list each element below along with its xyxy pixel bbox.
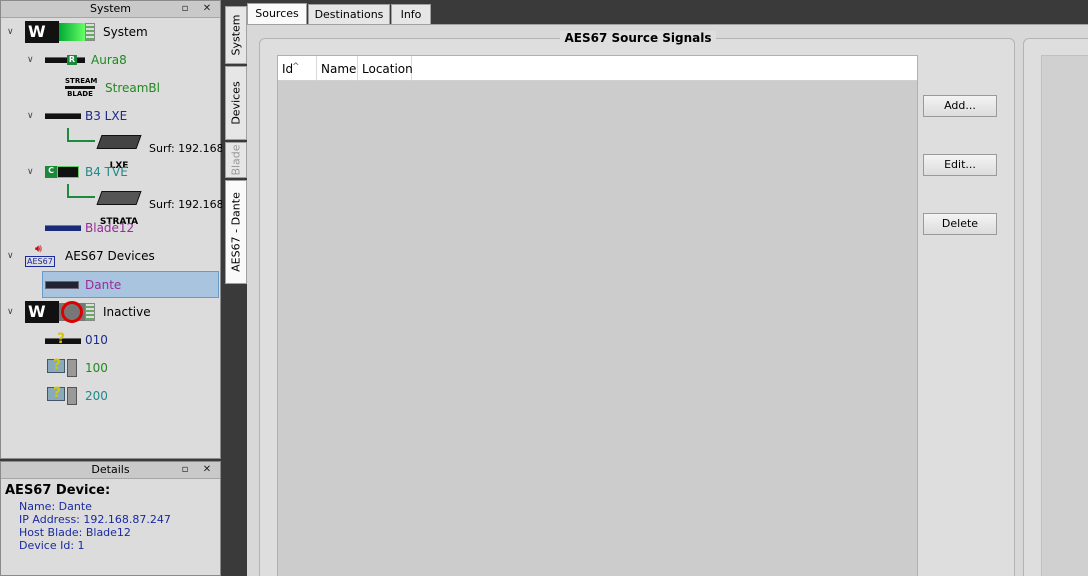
sort-ascending-icon: ^ bbox=[292, 62, 300, 72]
grid-icon bbox=[85, 303, 95, 321]
pin-icon[interactable]: ▫ bbox=[178, 462, 192, 478]
tree-item-aes67-devices[interactable]: 🔊︎ AES67 AES67 Devices bbox=[25, 242, 155, 269]
system-panel: System ▫ ✕ ∨ W System ∨ R Aura8 STREAM B… bbox=[0, 0, 227, 459]
tree-item-blade12[interactable]: Blade12 bbox=[45, 215, 134, 241]
tree-item-010[interactable]: ? 010 bbox=[45, 327, 108, 353]
tree-label-010: 010 bbox=[85, 333, 108, 347]
collapse-aes67-icon[interactable]: ∨ bbox=[7, 251, 17, 261]
tree-item-b4tve[interactable]: C B4 TVE bbox=[45, 159, 128, 185]
details-name: Name: Dante bbox=[19, 500, 92, 513]
system-tree: ∨ W System ∨ R Aura8 STREAM BLADE Stream… bbox=[1, 18, 227, 458]
edit-button[interactable]: Edit... bbox=[923, 154, 997, 176]
tab-sources[interactable]: Sources bbox=[247, 3, 307, 24]
tree-item-streambl[interactable]: STREAM BLADE StreamBl bbox=[65, 75, 160, 101]
tree-item-200[interactable]: ? 200 bbox=[45, 383, 108, 409]
tree-label-inactive: Inactive bbox=[103, 305, 151, 319]
collapse-inactive-icon[interactable]: ∨ bbox=[7, 307, 17, 317]
column-header-location[interactable]: Location bbox=[358, 56, 413, 81]
tree-item-aura8[interactable]: R Aura8 bbox=[45, 47, 127, 73]
pin-icon[interactable]: ▫ bbox=[178, 1, 192, 17]
green-gradient-icon bbox=[59, 23, 85, 41]
system-panel-title: System bbox=[89, 2, 132, 15]
tree-label-system: System bbox=[103, 25, 148, 39]
tree-label-streambl: StreamBl bbox=[105, 81, 160, 95]
details-device-id: Device Id: 1 bbox=[19, 539, 85, 552]
surface-ip-strata: Surf: 192.168. bbox=[149, 198, 228, 211]
wheatstone-logo-icon: W bbox=[25, 21, 59, 43]
add-button[interactable]: Add... bbox=[923, 95, 997, 117]
tree-connector bbox=[67, 184, 95, 198]
vtab-blade[interactable]: Blade bbox=[225, 142, 247, 178]
vtab-aes67-dante[interactable]: AES67 - Dante bbox=[225, 180, 247, 284]
aura8-badge-icon: R bbox=[67, 55, 77, 65]
source-signals-group: AES67 Source Signals ^ Id Name Location … bbox=[259, 31, 1015, 576]
aes67-speaker-icon: 🔊︎ AES67 bbox=[25, 242, 55, 267]
no-entry-icon bbox=[59, 301, 85, 323]
tree-item-100[interactable]: ? 100 bbox=[45, 355, 108, 381]
unknown-blade-icon: ? bbox=[45, 331, 81, 347]
right-panel-group bbox=[1023, 38, 1088, 576]
details-host-blade: Host Blade: Blade12 bbox=[19, 526, 131, 539]
details-panel-header: Details ▫ ✕ bbox=[1, 462, 220, 479]
main-content: AES67 Source Signals ^ Id Name Location … bbox=[247, 24, 1088, 576]
wheatstone-logo-icon: W bbox=[25, 301, 59, 323]
blade-device-icon bbox=[45, 57, 67, 63]
aes67-device-icon bbox=[45, 280, 79, 289]
tree-connector bbox=[67, 128, 95, 142]
surface-ip-lxe: Surf: 192.168. bbox=[149, 142, 228, 155]
vtab-system[interactable]: System bbox=[225, 6, 247, 64]
column-header-name[interactable]: Name bbox=[317, 56, 358, 81]
vtab-devices[interactable]: Devices bbox=[225, 66, 247, 140]
collapse-b4tve-icon[interactable]: ∨ bbox=[27, 167, 37, 177]
delete-button[interactable]: Delete bbox=[923, 213, 997, 235]
collapse-aura8-icon[interactable]: ∨ bbox=[27, 55, 37, 65]
tree-label-b4tve: B4 TVE bbox=[85, 165, 128, 179]
grid-icon bbox=[85, 23, 95, 41]
waveform-icon bbox=[57, 166, 79, 178]
details-panel: Details ▫ ✕ AES67 Device: Name: Dante IP… bbox=[0, 461, 221, 576]
tab-destinations[interactable]: Destinations bbox=[308, 4, 390, 24]
tree-label-100: 100 bbox=[85, 361, 108, 375]
source-signals-table[interactable]: ^ Id Name Location bbox=[277, 55, 918, 576]
tree-label-dante: Dante bbox=[85, 277, 122, 292]
tree-label-b3lxe: B3 LXE bbox=[85, 109, 128, 123]
system-panel-header: System ▫ ✕ bbox=[1, 1, 220, 18]
streamblade-logo-icon: STREAM BLADE bbox=[65, 77, 98, 98]
details-ip: IP Address: 192.168.87.247 bbox=[19, 513, 171, 526]
tree-item-inactive[interactable]: W Inactive bbox=[25, 299, 151, 325]
top-tab-strip: Sources Destinations Info bbox=[247, 0, 1088, 24]
blade-device-icon bbox=[45, 113, 81, 119]
tree-label-200: 200 bbox=[85, 389, 108, 403]
tree-label-aes67-devices: AES67 Devices bbox=[65, 249, 155, 263]
tree-label-aura8: Aura8 bbox=[91, 53, 127, 67]
vertical-tab-strip: System Devices Blade AES67 - Dante bbox=[222, 0, 247, 576]
tree-item-b3lxe[interactable]: B3 LXE bbox=[45, 103, 127, 129]
close-icon[interactable]: ✕ bbox=[200, 1, 214, 17]
group-title: AES67 Source Signals bbox=[260, 31, 1016, 45]
table-header: ^ Id Name Location bbox=[278, 56, 917, 81]
right-panel-content bbox=[1041, 55, 1088, 576]
unknown-computer-icon: ? bbox=[45, 385, 81, 407]
column-header-id[interactable]: ^ Id bbox=[278, 56, 317, 81]
unknown-computer-icon: ? bbox=[45, 357, 81, 379]
blade-device-icon bbox=[45, 225, 81, 231]
collapse-system-icon[interactable]: ∨ bbox=[7, 27, 17, 37]
close-icon[interactable]: ✕ bbox=[200, 462, 214, 478]
b4-badge-icon: C bbox=[45, 166, 57, 178]
details-heading: AES67 Device: bbox=[5, 483, 111, 498]
tree-item-system[interactable]: W System bbox=[25, 19, 148, 45]
collapse-b3lxe-icon[interactable]: ∨ bbox=[27, 111, 37, 121]
tab-info[interactable]: Info bbox=[391, 4, 431, 24]
details-panel-title: Details bbox=[91, 463, 130, 476]
tree-item-dante[interactable]: Dante bbox=[42, 271, 219, 298]
tree-label-blade12: Blade12 bbox=[85, 221, 135, 235]
